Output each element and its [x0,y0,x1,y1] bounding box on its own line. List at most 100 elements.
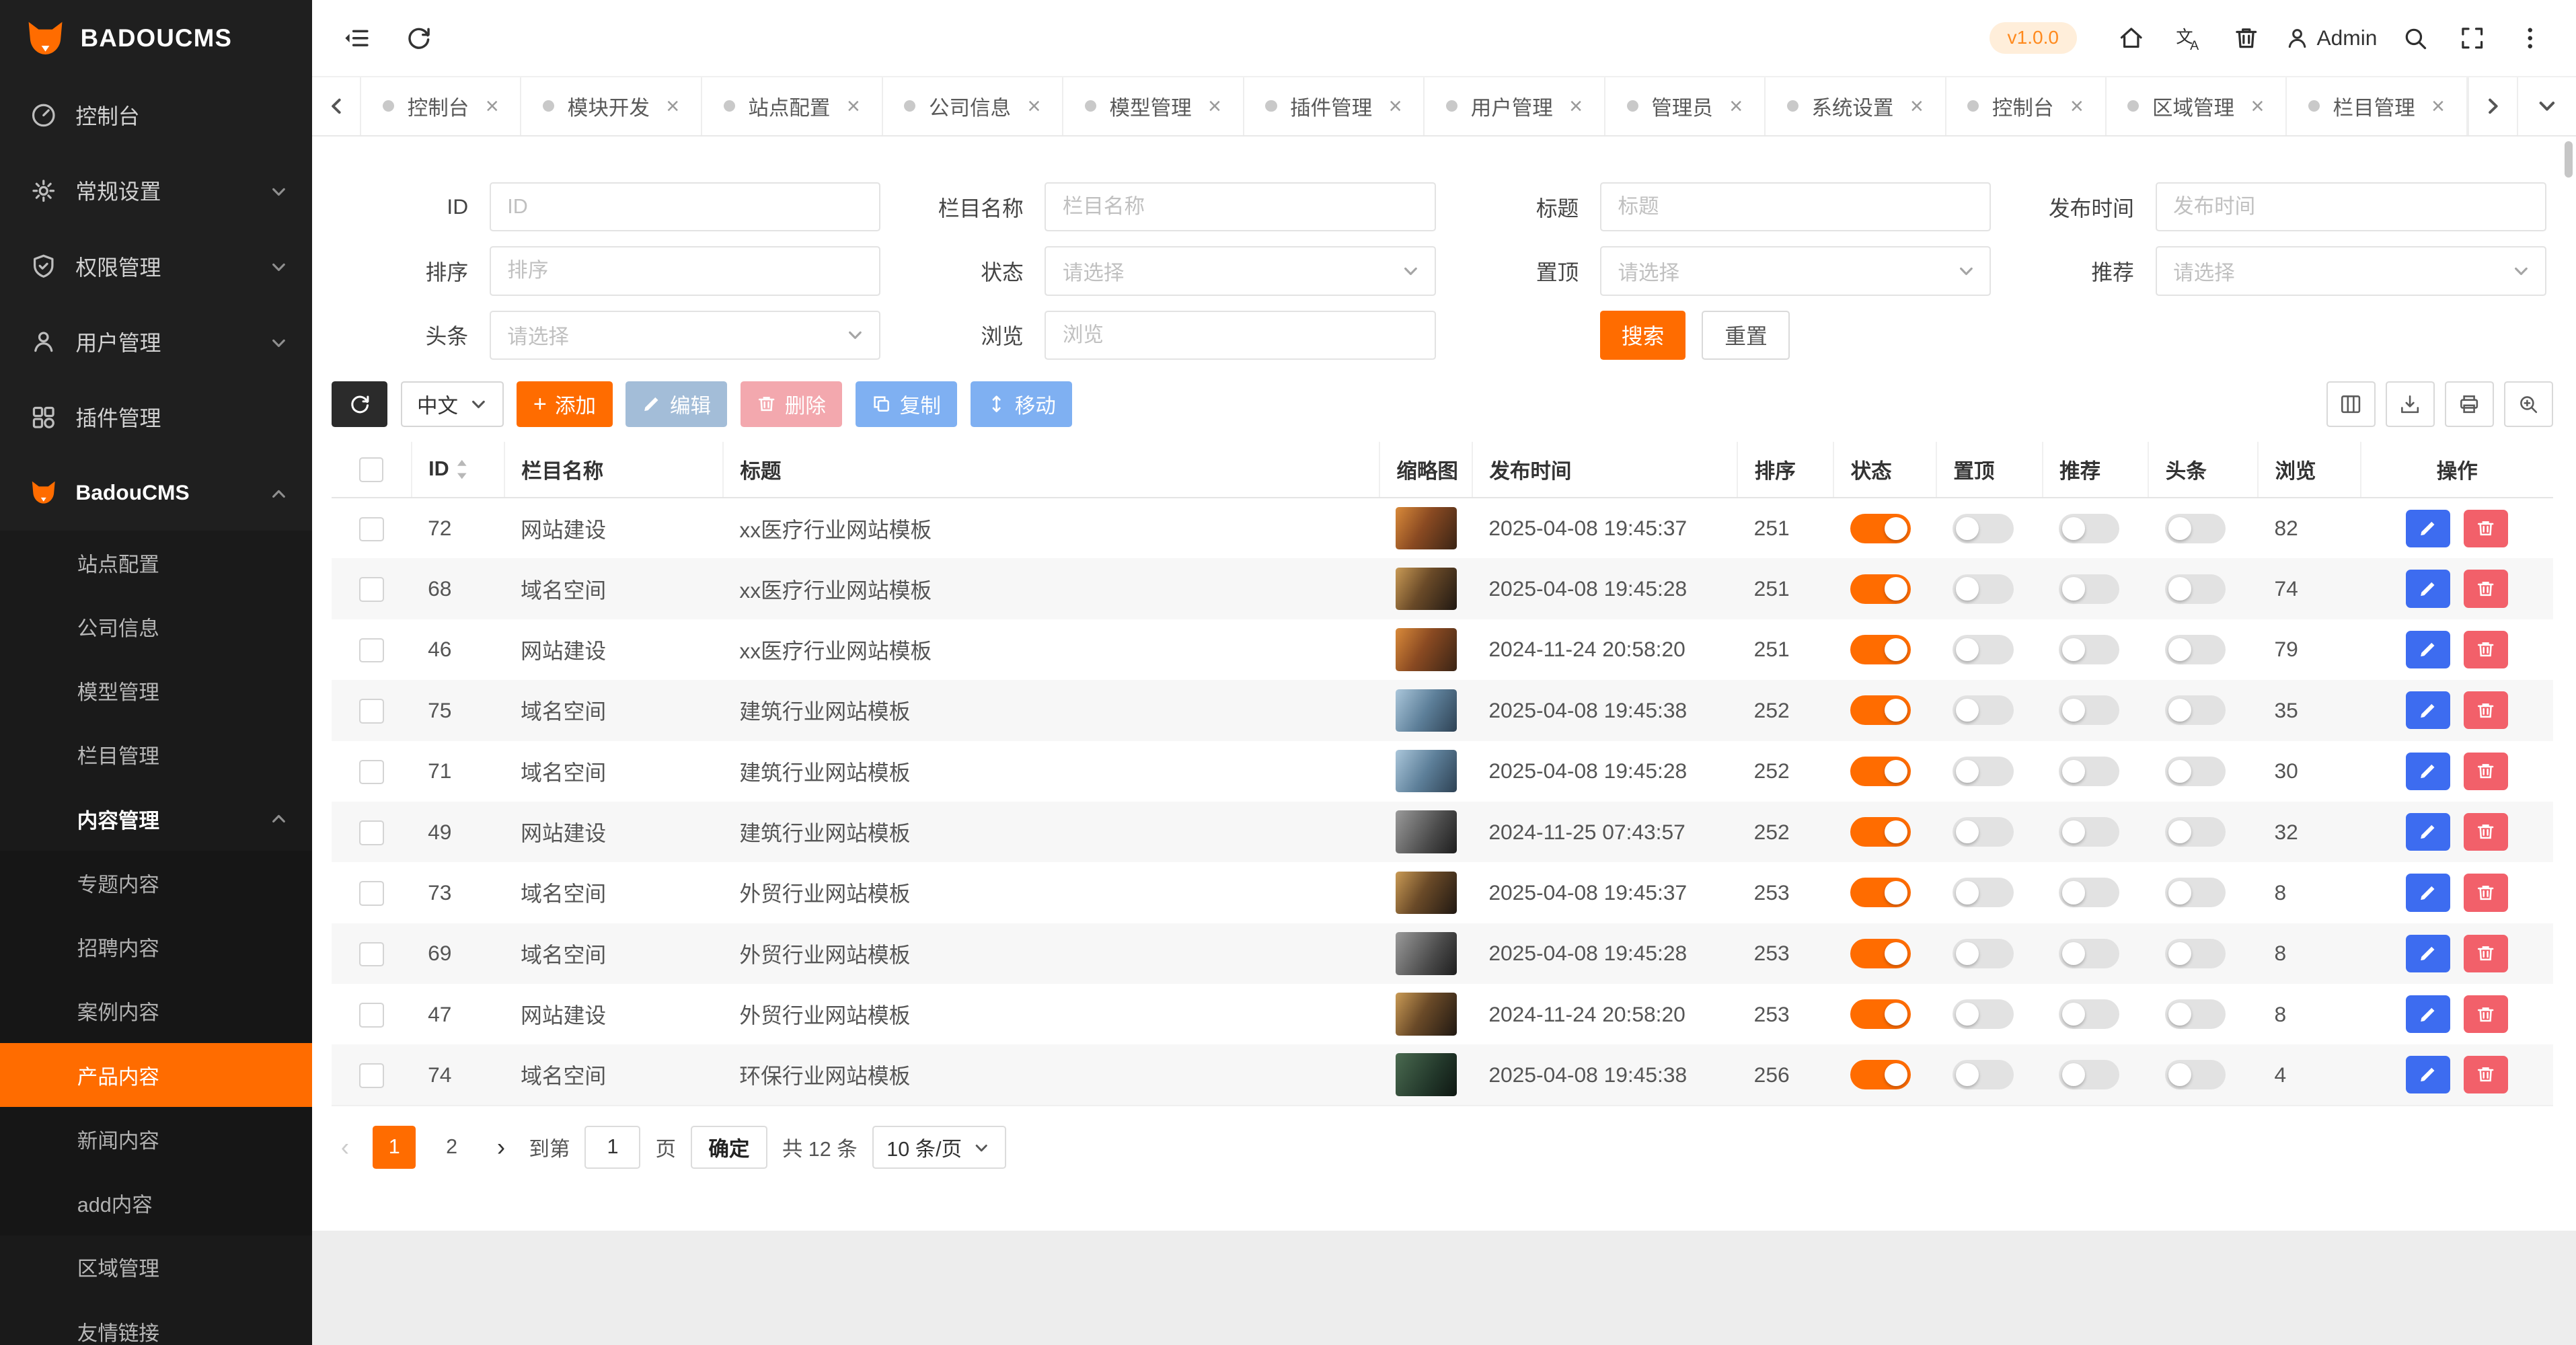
top-toggle[interactable] [1953,878,2013,907]
thumbnail-image[interactable] [1396,628,1456,671]
clear-cache-trash-icon[interactable] [2223,13,2269,63]
row-checkbox[interactable] [359,1063,384,1088]
refresh-table-button[interactable] [332,381,387,427]
sidebar-item-add-content[interactable]: add内容 [0,1171,312,1235]
tab-close-icon[interactable]: × [486,95,499,118]
sidebar-item-user-manage[interactable]: 用户管理 [0,304,312,379]
tab-close-icon[interactable]: × [1389,95,1402,118]
sidebar-item-product-content[interactable]: 产品内容 [0,1043,312,1107]
tab-10[interactable]: 区域管理× [2107,77,2287,135]
recommend-toggle[interactable] [2059,999,2119,1029]
edit-row-button[interactable] [2406,753,2450,790]
delete-row-button[interactable] [2464,691,2508,729]
export-icon[interactable] [2386,381,2435,427]
select-all-checkbox[interactable] [359,457,384,482]
delete-row-button[interactable] [2464,874,2508,911]
tab-11[interactable]: 栏目管理× [2287,77,2468,135]
status-toggle[interactable] [1850,695,1911,725]
tab-3[interactable]: 公司信息× [883,77,1064,135]
thumbnail-image[interactable] [1396,1053,1456,1096]
delete-row-button[interactable] [2464,935,2508,972]
tab-close-icon[interactable]: × [847,95,860,118]
thumbnail-image[interactable] [1396,689,1456,732]
recommend-toggle[interactable] [2059,939,2119,968]
recommend-toggle[interactable] [2059,757,2119,786]
tab-2[interactable]: 站点配置× [702,77,883,135]
recommend-toggle[interactable] [2059,635,2119,664]
thumbnail-image[interactable] [1396,750,1456,793]
reset-button[interactable]: 重置 [1702,311,1790,360]
filter-input-publish-time[interactable] [2156,182,2546,231]
confirm-page-button[interactable]: 确定 [691,1126,767,1169]
edit-row-button[interactable] [2406,1056,2450,1093]
zoom-search-icon[interactable] [2504,381,2553,427]
column-header-id[interactable]: ID [412,442,504,498]
recommend-toggle[interactable] [2059,514,2119,543]
thumbnail-image[interactable] [1396,993,1456,1036]
columns-filter-icon[interactable] [2326,381,2376,427]
edit-row-button[interactable] [2406,691,2450,729]
recommend-toggle[interactable] [2059,1060,2119,1089]
language-select[interactable]: 中文 [401,381,504,427]
tab-9[interactable]: 控制台× [1946,77,2107,135]
headline-toggle[interactable] [2165,514,2226,543]
status-toggle[interactable] [1850,574,1911,604]
edit-row-button[interactable] [2406,510,2450,547]
headline-toggle[interactable] [2165,635,2226,664]
headline-toggle[interactable] [2165,999,2226,1029]
tab-close-icon[interactable]: × [1910,95,1924,118]
prev-page-button[interactable]: ‹ [332,1133,358,1161]
tab-close-icon[interactable]: × [2431,95,2445,118]
row-checkbox[interactable] [359,1003,384,1028]
top-toggle[interactable] [1953,514,2013,543]
top-toggle[interactable] [1953,939,2013,968]
delete-row-button[interactable] [2464,1056,2508,1093]
status-toggle[interactable] [1850,757,1911,786]
status-toggle[interactable] [1850,939,1911,968]
app-logo[interactable]: BADOUCMS [0,0,312,77]
filter-input-category-name[interactable] [1045,182,1435,231]
tabs-dropdown-button[interactable] [2517,77,2576,135]
goto-page-input[interactable] [584,1126,640,1169]
row-checkbox[interactable] [359,638,384,663]
sidebar-item-model-manage[interactable]: 模型管理 [0,658,312,722]
tab-8[interactable]: 系统设置× [1766,77,1946,135]
tabs-scroll-left-button[interactable] [312,77,361,135]
more-menu-icon[interactable] [2507,13,2552,63]
status-toggle[interactable] [1850,878,1911,907]
status-toggle[interactable] [1850,1060,1911,1089]
row-checkbox[interactable] [359,760,384,785]
sidebar-item-topic-content[interactable]: 专题内容 [0,851,312,915]
top-toggle[interactable] [1953,635,2013,664]
sidebar-item-plugin-manage[interactable]: 插件管理 [0,379,312,455]
tab-close-icon[interactable]: × [666,95,679,118]
delete-row-button[interactable] [2464,753,2508,790]
status-toggle[interactable] [1850,514,1911,543]
page-2-button[interactable]: 2 [430,1126,473,1169]
filter-select-recommend[interactable]: 请选择 [2156,246,2546,295]
thumbnail-image[interactable] [1396,872,1456,915]
recommend-toggle[interactable] [2059,878,2119,907]
fullscreen-icon[interactable] [2450,13,2495,63]
sidebar-item-site-config[interactable]: 站点配置 [0,531,312,594]
tab-5[interactable]: 插件管理× [1244,77,1425,135]
sidebar-group-content-manage[interactable]: 内容管理 [0,787,312,851]
headline-toggle[interactable] [2165,817,2226,847]
row-checkbox[interactable] [359,577,384,602]
filter-input-id[interactable] [490,182,880,231]
filter-input-title[interactable] [1600,182,1991,231]
refresh-page-button[interactable] [387,0,450,77]
tab-0[interactable]: 控制台× [361,77,521,135]
sidebar-item-case-content[interactable]: 案例内容 [0,979,312,1043]
recommend-toggle[interactable] [2059,574,2119,604]
top-toggle[interactable] [1953,1060,2013,1089]
recommend-toggle[interactable] [2059,817,2119,847]
sidebar-item-region-manage[interactable]: 区域管理 [0,1235,312,1299]
edit-row-button[interactable] [2406,570,2450,607]
translate-icon[interactable]: 文A [2166,13,2211,63]
tabs-scroll-right-button[interactable] [2468,77,2517,135]
status-toggle[interactable] [1850,999,1911,1029]
page-1-button[interactable]: 1 [373,1126,416,1169]
recommend-toggle[interactable] [2059,695,2119,725]
delete-button[interactable]: 删除 [741,381,842,427]
